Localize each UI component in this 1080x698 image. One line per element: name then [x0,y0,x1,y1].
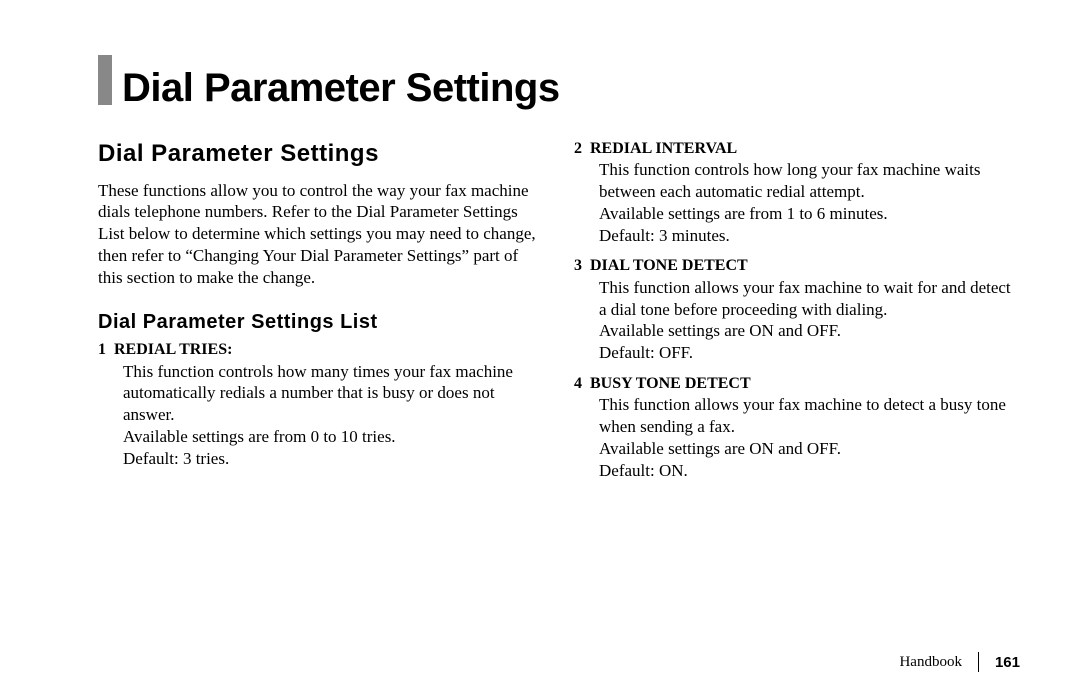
item-body: This function controls how many times yo… [98,361,544,470]
item-desc: This function allows your fax machine to… [599,394,1020,438]
item-default: Default: OFF. [599,342,1020,364]
item-heading: 1 REDIAL TRIES: [98,340,544,360]
item-heading: 3 DIAL TONE DETECT [574,256,1020,276]
section-heading: Dial Parameter Settings [98,139,544,170]
item-name: BUSY TONE DETECT [590,375,751,392]
left-column: Dial Parameter Settings These functions … [98,139,544,491]
item-body: This function controls how long your fax… [574,159,1020,246]
title-accent-bar [98,55,112,105]
list-item: 1 REDIAL TRIES: This function controls h… [98,340,544,469]
item-body: This function allows your fax machine to… [574,277,1020,364]
list-item: 4 BUSY TONE DETECT This function allows … [574,374,1020,481]
page-footer: Handbook 161 [899,652,1020,672]
footer-page-number: 161 [995,654,1020,671]
footer-label: Handbook [899,654,962,671]
content-columns: Dial Parameter Settings These functions … [98,139,1020,491]
list-item: 3 DIAL TONE DETECT This function allows … [574,256,1020,363]
page: Dial Parameter Settings Dial Parameter S… [0,0,1080,491]
item-number: 1 [98,340,110,360]
item-heading: 2 REDIAL INTERVAL [574,139,1020,159]
item-desc: This function controls how long your fax… [599,159,1020,203]
item-avail: Available settings are from 0 to 10 trie… [123,426,544,448]
title-row: Dial Parameter Settings [98,55,1020,111]
intro-paragraph: These functions allow you to control the… [98,180,544,289]
item-desc: This function controls how many times yo… [123,361,544,426]
item-name: REDIAL INTERVAL [590,140,737,157]
item-body: This function allows your fax machine to… [574,394,1020,481]
item-heading: 4 BUSY TONE DETECT [574,374,1020,394]
item-avail: Available settings are ON and OFF. [599,320,1020,342]
right-column: 2 REDIAL INTERVAL This function controls… [574,139,1020,491]
page-title: Dial Parameter Settings [122,66,560,111]
item-desc: This function allows your fax machine to… [599,277,1020,321]
item-number: 3 [574,256,586,276]
item-avail: Available settings are ON and OFF. [599,438,1020,460]
item-number: 2 [574,139,586,159]
item-avail: Available settings are from 1 to 6 minut… [599,203,1020,225]
list-heading: Dial Parameter Settings List [98,310,544,336]
footer-divider [978,652,979,672]
item-default: Default: 3 minutes. [599,225,1020,247]
item-default: Default: ON. [599,460,1020,482]
item-name: REDIAL TRIES: [114,341,232,358]
list-item: 2 REDIAL INTERVAL This function controls… [574,139,1020,246]
item-default: Default: 3 tries. [123,448,544,470]
item-number: 4 [574,374,586,394]
item-name: DIAL TONE DETECT [590,257,748,274]
